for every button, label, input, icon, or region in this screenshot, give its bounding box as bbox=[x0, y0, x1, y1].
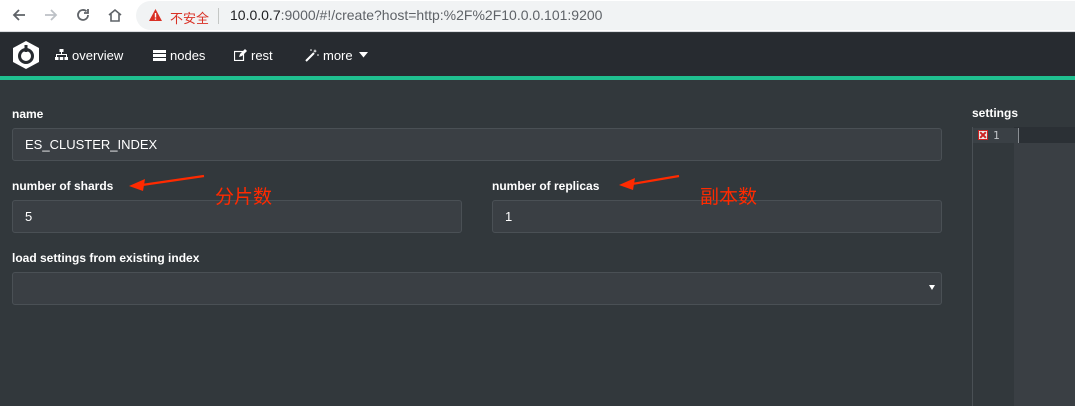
server-icon bbox=[153, 49, 166, 61]
replicas-annotation-arrow bbox=[619, 174, 680, 190]
editor-gutter bbox=[973, 127, 1014, 406]
browser-toolbar: 不安全 10.0.0.7:9000/#!/create?host=http:%2… bbox=[0, 0, 1075, 32]
logo-icon bbox=[13, 41, 39, 69]
nav-nodes-label: nodes bbox=[170, 47, 206, 63]
nav-more-label: more bbox=[323, 47, 353, 63]
insecure-label[interactable]: 不安全 bbox=[170, 8, 209, 27]
nav-overview-label: overview bbox=[72, 47, 124, 63]
settings-editor[interactable]: 1 bbox=[972, 127, 1075, 406]
edit-icon bbox=[234, 49, 247, 61]
editor-code-area[interactable] bbox=[1014, 143, 1075, 406]
url-path: :9000/#!/create?host=http:%2F%2F10.0.0.1… bbox=[280, 7, 603, 23]
error-marker-icon bbox=[978, 130, 988, 140]
load-settings-select[interactable] bbox=[12, 272, 942, 305]
url-host: 10.0.0.7 bbox=[230, 7, 281, 23]
magic-wand-icon bbox=[305, 48, 319, 62]
home-button[interactable] bbox=[104, 4, 126, 26]
back-button[interactable] bbox=[8, 4, 30, 26]
replicas-annotation-text: 副本数 bbox=[700, 186, 758, 208]
cerebro-logo[interactable] bbox=[11, 40, 41, 75]
back-arrow-icon bbox=[12, 9, 25, 21]
shards-label: number of shards bbox=[12, 179, 114, 193]
forward-arrow-icon bbox=[45, 9, 58, 21]
reload-button[interactable] bbox=[72, 4, 94, 26]
replicas-label: number of replicas bbox=[492, 179, 600, 193]
reload-icon bbox=[77, 9, 89, 21]
nav-rest-label: rest bbox=[251, 47, 273, 63]
shards-annotation-text: 分片数 bbox=[215, 186, 273, 208]
nav-overview[interactable]: overview bbox=[55, 46, 123, 64]
editor-cursor bbox=[1018, 128, 1019, 143]
nav-more[interactable]: more bbox=[305, 46, 368, 64]
app-navbar: overview nodes rest more bbox=[0, 33, 1075, 76]
sitemap-icon bbox=[55, 49, 68, 60]
load-settings-label: load settings from existing index bbox=[12, 251, 200, 265]
name-input[interactable]: ES_CLUSTER_INDEX bbox=[12, 128, 942, 161]
url-text[interactable]: 10.0.0.7:9000/#!/create?host=http:%2F%2F… bbox=[230, 7, 602, 23]
caret-down-icon bbox=[358, 52, 368, 58]
nav-nodes[interactable]: nodes bbox=[153, 46, 205, 64]
warning-icon bbox=[149, 9, 162, 21]
nav-rest[interactable]: rest bbox=[234, 46, 273, 64]
settings-label: settings bbox=[972, 106, 1019, 120]
line-number: 1 bbox=[993, 129, 1000, 142]
home-icon bbox=[108, 8, 122, 22]
address-bar[interactable]: 不安全 10.0.0.7:9000/#!/create?host=http:%2… bbox=[136, 1, 1075, 30]
navbar-accent-line bbox=[0, 76, 1075, 80]
select-caret-icon bbox=[929, 285, 935, 290]
shards-annotation-arrow bbox=[129, 174, 205, 191]
omnibox-divider bbox=[218, 8, 219, 24]
name-label: name bbox=[12, 107, 44, 121]
forward-button[interactable] bbox=[40, 4, 62, 26]
